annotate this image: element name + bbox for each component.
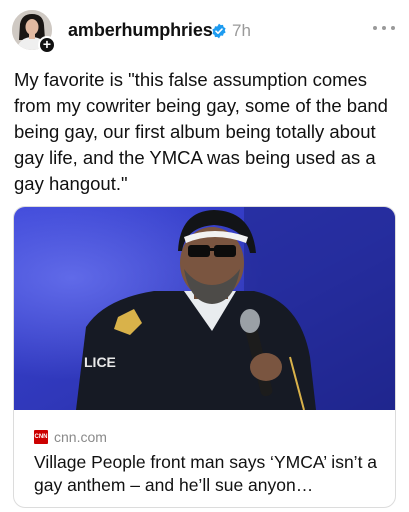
- more-options-icon[interactable]: [373, 23, 395, 33]
- article-image[interactable]: LICE: [14, 207, 395, 410]
- avatar[interactable]: +: [12, 10, 56, 54]
- post-header: + amberhumphries 7h: [0, 0, 409, 62]
- cnn-logo-icon: CNN: [34, 430, 48, 444]
- link-domain: cnn.com: [54, 429, 107, 445]
- verified-badge-icon: [212, 23, 226, 39]
- post-body-text: My favorite is "this false assumption co…: [14, 69, 388, 194]
- username[interactable]: amberhumphries: [68, 20, 213, 41]
- link-title[interactable]: Village People front man says ‘YMCA’ isn…: [34, 451, 389, 497]
- link-preview-card[interactable]: LICE CNN cnn.com Village People front ma…: [13, 206, 396, 508]
- uniform-badge-text: LICE: [84, 354, 116, 370]
- plus-icon[interactable]: +: [38, 36, 56, 54]
- link-source: CNN cnn.com: [34, 429, 107, 445]
- post-timestamp: 7h: [232, 21, 251, 40]
